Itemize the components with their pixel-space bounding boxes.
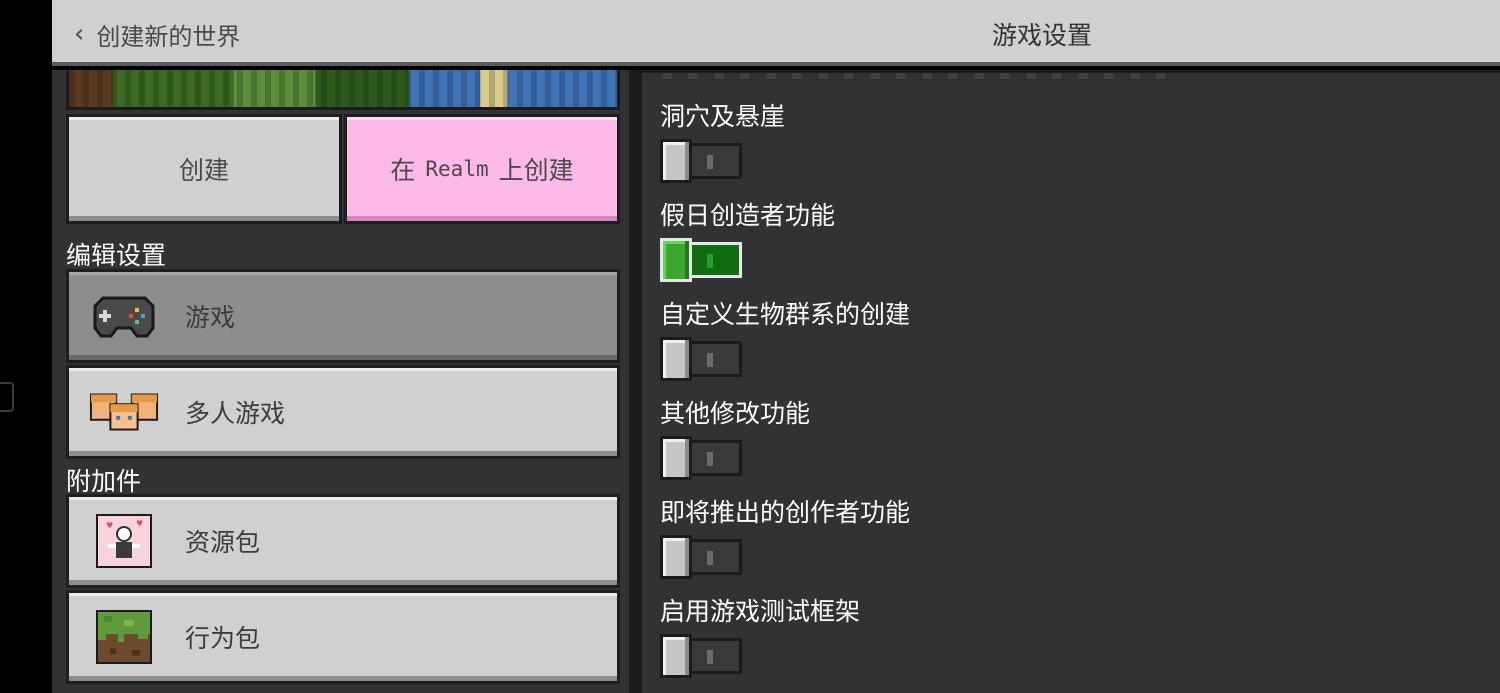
create-button-label: 创建 bbox=[178, 156, 229, 185]
toggle-knob bbox=[660, 139, 692, 183]
setting-custom-biomes: 自定义生物群系的创建 bbox=[660, 295, 910, 381]
grass-block-icon bbox=[89, 609, 159, 665]
device-bezel bbox=[0, 0, 52, 693]
resource-pack-icon: ♥ ♥ bbox=[89, 513, 159, 569]
nav-item-multiplayer[interactable]: 多人游戏 bbox=[66, 365, 620, 459]
setting-holiday-creator-features: 假日创造者功能 bbox=[660, 196, 835, 282]
setting-gametest-framework: 启用游戏测试框架 bbox=[660, 592, 860, 678]
page-title: 游戏设置 bbox=[992, 21, 1093, 50]
setting-label: 自定义生物群系的创建 bbox=[660, 300, 911, 329]
nav-item-resource-packs[interactable]: ♥ ♥ 资源包 bbox=[66, 494, 620, 588]
gamepad-icon bbox=[89, 288, 159, 344]
nav-item-game[interactable]: 游戏 bbox=[66, 269, 620, 363]
upcoming-creator-features-toggle[interactable] bbox=[660, 535, 744, 579]
nav-item-behavior-packs[interactable]: 行为包 bbox=[66, 590, 620, 684]
top-bar: ‹ 创建新的世界 游戏设置 bbox=[52, 0, 1500, 66]
create-button[interactable]: 创建 bbox=[66, 114, 342, 224]
create-on-realm-button[interactable]: 在 Realm 上创建 bbox=[344, 114, 620, 224]
toggle-knob bbox=[660, 535, 692, 579]
edit-settings-heading: 编辑设置 bbox=[66, 241, 167, 270]
toggle-knob bbox=[660, 634, 692, 678]
gametest-framework-toggle[interactable] bbox=[660, 634, 744, 678]
setting-label: 启用游戏测试框架 bbox=[660, 597, 861, 626]
setting-upcoming-creator-features: 即将推出的创作者功能 bbox=[660, 493, 910, 579]
addons-heading: 附加件 bbox=[66, 467, 142, 496]
caves-and-cliffs-toggle[interactable] bbox=[660, 139, 744, 183]
scrolled-content-edge bbox=[662, 73, 1172, 79]
toggle-knob bbox=[660, 337, 692, 381]
world-preview-image bbox=[66, 70, 620, 110]
setting-caves-and-cliffs: 洞穴及悬崖 bbox=[660, 97, 785, 183]
setting-label: 其他修改功能 bbox=[660, 399, 811, 428]
custom-biomes-toggle[interactable] bbox=[660, 337, 744, 381]
realm-button-name: Realm bbox=[425, 157, 489, 181]
device-side-button bbox=[0, 382, 14, 412]
other-modifications-toggle[interactable] bbox=[660, 436, 744, 480]
players-icon bbox=[89, 384, 159, 440]
setting-label: 洞穴及悬崖 bbox=[660, 102, 786, 131]
back-label: 创建新的世界 bbox=[96, 22, 241, 51]
back-button[interactable]: ‹ 创建新的世界 bbox=[74, 16, 240, 52]
left-panel[interactable]: 创建 在 Realm 上创建 编辑设置 游戏 多人游戏 附加件 ♥ ♥ 资源包 … bbox=[52, 70, 632, 693]
setting-other-modifications: 其他修改功能 bbox=[660, 394, 810, 480]
setting-label: 即将推出的创作者功能 bbox=[660, 498, 911, 527]
settings-panel[interactable]: 洞穴及悬崖 假日创造者功能 自定义生物群系的创建 其他修改功能 即将推出的创作者… bbox=[642, 70, 1500, 693]
setting-label: 假日创造者功能 bbox=[660, 201, 836, 230]
panel-divider bbox=[632, 70, 642, 693]
nav-item-label: 多人游戏 bbox=[185, 399, 286, 428]
svg-text:♥: ♥ bbox=[106, 521, 113, 530]
holiday-creator-features-toggle[interactable] bbox=[660, 238, 744, 282]
toggle-knob bbox=[660, 238, 692, 282]
toggle-knob bbox=[660, 436, 692, 480]
svg-text:♥: ♥ bbox=[136, 519, 143, 528]
nav-item-label: 行为包 bbox=[185, 624, 261, 653]
nav-item-label: 游戏 bbox=[185, 303, 236, 332]
realm-button-prefix: 在 bbox=[390, 156, 416, 185]
nav-item-label: 资源包 bbox=[185, 528, 261, 557]
realm-button-suffix: 上创建 bbox=[498, 156, 574, 185]
chevron-left-icon: ‹ bbox=[74, 19, 85, 49]
